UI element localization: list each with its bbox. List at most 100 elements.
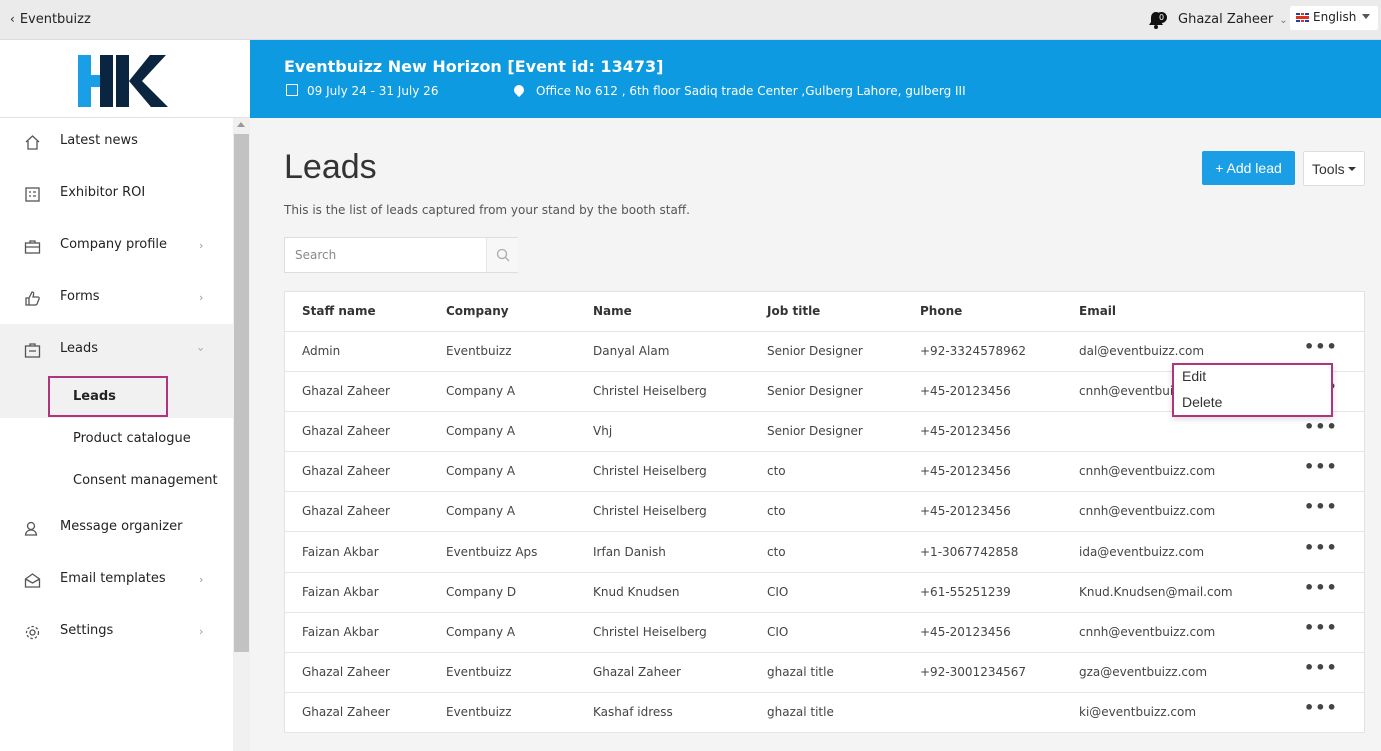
sidebar-item-message-organizer[interactable]: Message organizer [0, 502, 233, 554]
table-cell: +45-20123456 [920, 504, 1011, 519]
back-link[interactable]: ‹ Eventbuizz [10, 12, 91, 27]
table-cell: +61-55251239 [920, 584, 1011, 599]
sidebar-item-company-profile[interactable]: Company profile › [0, 220, 233, 272]
top-bar: ‹ Eventbuizz 0 Ghazal Zaheer ⌄ English [0, 0, 1381, 40]
table-cell: Faizan Akbar [302, 584, 379, 599]
column-header[interactable]: Email [1079, 304, 1116, 318]
add-lead-button[interactable]: + Add lead [1202, 151, 1295, 185]
more-options-icon[interactable]: ••• [1304, 499, 1337, 520]
column-header[interactable]: Staff name [302, 304, 376, 318]
table-row[interactable]: Faizan Akbar Company D Knud Knudsen CIO +61-… [285, 573, 1364, 613]
sidebar-subitem-consent-management[interactable]: Consent management [0, 460, 233, 502]
more-options-icon[interactable]: ••• [1304, 539, 1337, 561]
sidebar-item-forms[interactable]: Forms › [0, 272, 233, 324]
language-label: English [1313, 10, 1357, 24]
tools-dropdown-button[interactable]: Tools [1303, 151, 1365, 186]
chevron-down-icon: › [194, 347, 208, 352]
table-cell: ghazal title [767, 664, 834, 679]
search-input[interactable] [285, 238, 485, 272]
table-cell: Company D [446, 584, 517, 599]
table-cell: Eventbuizz [446, 664, 512, 679]
sidebar-subitem-label: Product catalogue [73, 431, 191, 446]
table-row[interactable]: Ghazal Zaheer Company A Christel Heiselber… [285, 492, 1364, 533]
table-cell: Admin [302, 344, 341, 358]
sidebar-item-label: Latest news [60, 133, 138, 148]
user-menu[interactable]: Ghazal Zaheer ⌄ [1178, 12, 1288, 27]
sidebar-item-leads[interactable]: Leads › [0, 324, 233, 376]
delete-menu-item[interactable]: Delete [1182, 394, 1222, 410]
table-cell: Eventbuizz Aps [446, 544, 538, 559]
event-location: Office No 612 , 6th floor Sadiq trade Ce… [511, 82, 966, 98]
table-cell: cnnh@eventbuizz.com [1079, 464, 1216, 479]
table-cell: Ghazal Zaheer [302, 504, 390, 519]
event-title: Eventbuizz New Horizon [Event id: 13473] [284, 57, 664, 76]
table-cell: Christel Heiselberg [593, 504, 707, 519]
sidebar-subitem-product-catalogue[interactable]: Product catalogue [0, 418, 233, 460]
language-selector[interactable]: English [1290, 6, 1378, 30]
column-header[interactable]: Name [593, 304, 632, 318]
search-button[interactable] [486, 238, 518, 272]
home-icon [25, 135, 40, 150]
table-row[interactable]: Ghazal Zaheer Company A Vhj Senior Designer… [285, 412, 1364, 453]
sidebar-item-label: Leads [60, 341, 99, 356]
sidebar-item-label: Settings [60, 623, 114, 638]
table-cell: +45-20123456 [920, 464, 1011, 479]
chevron-left-icon: ‹ [10, 12, 15, 26]
table-cell: Faizan Akbar [302, 624, 379, 639]
edit-menu-item[interactable]: Edit [1182, 368, 1206, 384]
table-cell: +92-3324578962 [920, 344, 1027, 358]
table-cell: cnnh@eventbuizz.com [1079, 624, 1216, 639]
scrollbar-thumb[interactable] [234, 134, 249, 652]
id-card-icon [24, 343, 41, 358]
table-row[interactable]: Faizan Akbar Company A Christel Heiselberg… [285, 613, 1364, 653]
table-header: Staff name Company Name Job title Phone … [285, 292, 1364, 332]
more-options-icon[interactable]: ••• [1304, 459, 1337, 480]
table-cell: Ghazal Zaheer [302, 464, 390, 479]
table-cell: Company A [446, 464, 516, 479]
table-row[interactable]: Faizan Akbar Eventbuizz Aps Irfan Danish ct… [285, 533, 1364, 573]
table-cell: +92-3001234567 [920, 664, 1027, 679]
scroll-up-arrow[interactable] [237, 122, 245, 127]
sidebar-item-exhibitor-roi[interactable]: Exhibitor ROI [0, 168, 233, 220]
column-header[interactable]: Phone [920, 304, 962, 318]
sidebar-item-label: Forms [60, 289, 100, 304]
table-cell: CIO [767, 584, 789, 599]
chevron-right-icon: › [199, 573, 204, 586]
table-cell: ki@eventbuizz.com [1079, 704, 1197, 719]
table-cell: Company A [446, 424, 516, 439]
sidebar-item-email-templates[interactable]: Email templates › [0, 554, 233, 606]
event-location-text: Office No 612 , 6th floor Sadiq trade Ce… [536, 84, 966, 98]
table-row[interactable]: Ghazal Zaheer Eventbuizz Ghazal Zaheer ghaz… [285, 653, 1364, 693]
more-options-icon[interactable]: ••• [1304, 699, 1337, 721]
table-cell: ghazal title [767, 704, 834, 719]
more-options-icon[interactable]: ••• [1304, 339, 1337, 360]
user-chat-icon [24, 521, 38, 536]
sidebar-item-settings[interactable]: Settings › [0, 606, 233, 658]
table-cell: Senior Designer [767, 344, 863, 358]
more-options-icon[interactable]: ••• [1304, 619, 1337, 641]
sidebar-item-latest-news[interactable]: Latest news [0, 116, 233, 168]
sidebar-item-label: Exhibitor ROI [60, 185, 146, 200]
column-header[interactable]: Company [446, 304, 509, 318]
caret-down-icon [1348, 167, 1356, 171]
table-cell: Faizan Akbar [302, 544, 379, 559]
table-cell: Christel Heiselberg [593, 624, 707, 639]
table-row[interactable]: Ghazal Zaheer Eventbuizz Kashaf idress ghaz… [285, 693, 1364, 733]
more-options-icon[interactable]: ••• [1304, 659, 1337, 681]
sidebar-scrollbar[interactable] [233, 118, 250, 751]
event-dates-text: 09 July 24 - 31 July 26 [307, 84, 439, 98]
column-header[interactable]: Job title [767, 304, 820, 318]
table-cell: Vhj [593, 424, 613, 439]
more-options-icon[interactable]: ••• [1304, 579, 1337, 601]
company-logo[interactable] [78, 55, 168, 107]
table-cell: +45-20123456 [920, 424, 1011, 439]
table-cell: Senior Designer [767, 424, 863, 439]
table-cell: Knud.Knudsen@mail.com [1079, 584, 1233, 599]
tools-label: Tools [1312, 160, 1345, 177]
table-cell: +45-20123456 [920, 384, 1011, 399]
table-cell: Christel Heiselberg [593, 384, 707, 399]
table-row[interactable]: Ghazal Zaheer Company A Christel Heiselber… [285, 452, 1364, 493]
uk-flag-icon [1296, 13, 1309, 22]
more-options-icon[interactable]: ••• [1304, 419, 1337, 440]
event-header: Eventbuizz New Horizon [Event id: 13473]… [250, 40, 1381, 118]
